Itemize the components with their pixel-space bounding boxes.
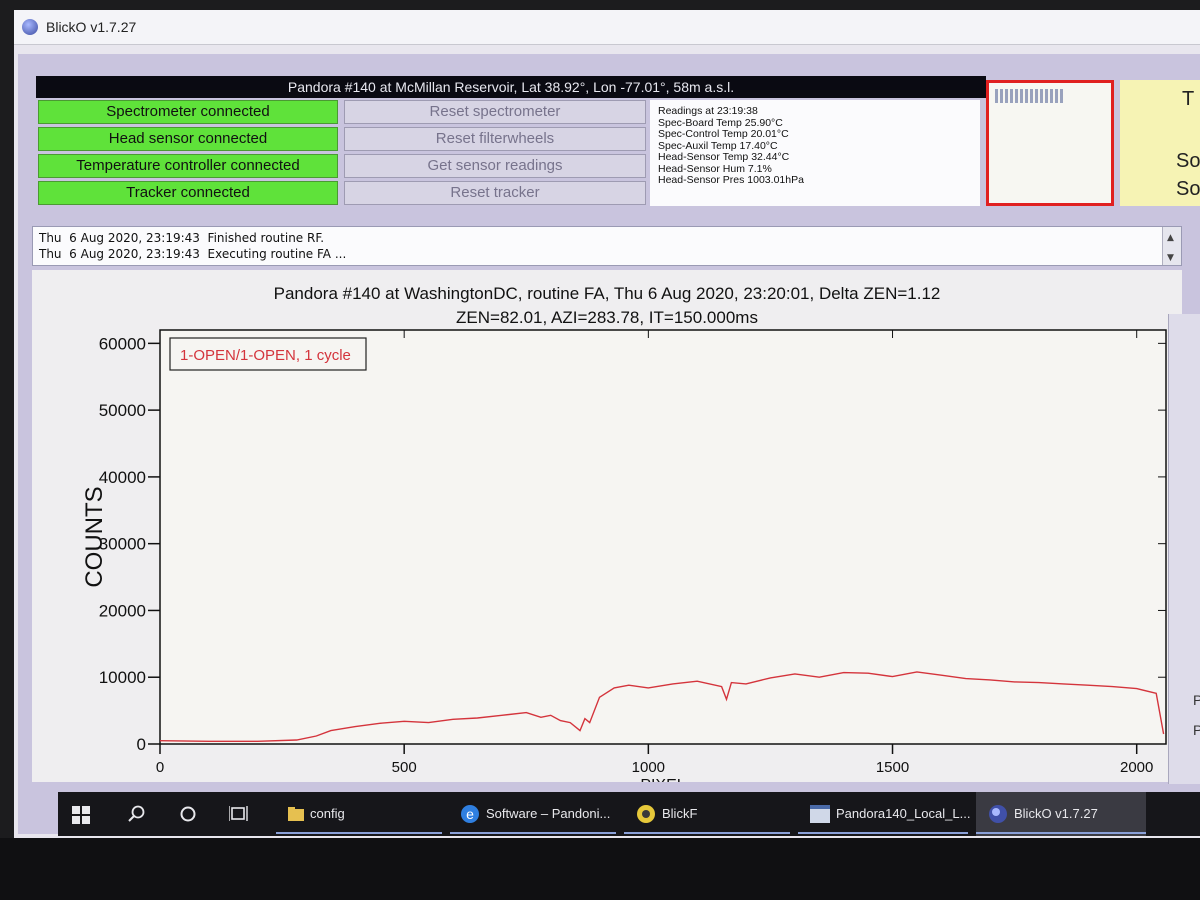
active-indicator: [276, 832, 442, 834]
windows-logo-icon: [72, 806, 90, 824]
taskbar-app-blicko[interactable]: BlickO v1.7.27: [976, 792, 1146, 836]
active-indicator: [450, 832, 616, 834]
search-button[interactable]: [118, 792, 158, 836]
taskbar-app-edge[interactable]: e Software – Pandoni...: [450, 792, 616, 836]
y-axis-label: COUNTS: [81, 486, 108, 587]
log-line: Thu 6 Aug 2020, 23:19:43 Executing routi…: [39, 247, 347, 261]
taskbar-app-blickf[interactable]: BlickF: [624, 792, 790, 836]
svg-text:e: e: [466, 806, 474, 822]
y-tick-label: 20000: [99, 601, 146, 620]
chevron-up-icon[interactable]: ▲: [1167, 230, 1174, 246]
x-tick-label: 2000: [1120, 759, 1153, 776]
circle-icon: [180, 806, 196, 822]
y-tick-label: 10000: [99, 668, 146, 687]
taskbar-app-config[interactable]: config: [276, 792, 442, 836]
mini-plot-thumbnail[interactable]: [986, 80, 1114, 206]
legend-entry: 1-OPEN/1-OPEN, 1 cycle: [180, 347, 351, 364]
screen: BlickO v1.7.27 Pandora #140 at McMillan …: [14, 10, 1200, 840]
taskbar-app-label: Software – Pandoni...: [486, 806, 611, 821]
app-window: Pandora #140 at McMillan Reservoir, Lat …: [18, 54, 1200, 834]
side-panel-strip: P P: [1168, 314, 1200, 784]
taskbar-app-label: BlickO v1.7.27: [1014, 806, 1098, 821]
title-bar: BlickO v1.7.27: [14, 10, 1200, 45]
chevron-down-icon[interactable]: ▼: [1167, 250, 1174, 266]
reset-filterwheels-button[interactable]: Reset filterwheels: [344, 127, 646, 151]
right-panel-label-t: T: [1182, 88, 1195, 110]
taskbar-app-label: BlickF: [662, 806, 698, 821]
status-tracker: Tracker connected: [38, 181, 338, 205]
window-icon: [810, 805, 830, 823]
taskbar-app-label: Pandora140_Local_L...: [836, 806, 971, 821]
search-icon: [128, 805, 145, 822]
x-axis-label: PIXEL: [640, 777, 685, 782]
blicko-icon: [989, 805, 1007, 823]
right-info-panel: T So So: [1120, 80, 1200, 206]
reset-spectrometer-button[interactable]: Reset spectrometer: [344, 100, 646, 124]
taskbar-app-pandora-local[interactable]: Pandora140_Local_L...: [798, 792, 971, 836]
status-temperature-controller: Temperature controller connected: [38, 154, 338, 178]
folder-icon: [288, 807, 304, 821]
y-tick-label: 60000: [99, 334, 146, 353]
log-line: Thu 6 Aug 2020, 23:19:43 Finished routin…: [39, 231, 325, 245]
header-panel: Pandora #140 at McMillan Reservoir, Lat …: [36, 76, 986, 206]
reset-tracker-button[interactable]: Reset tracker: [344, 181, 646, 205]
active-indicator: [624, 832, 790, 834]
reading-spec-control-temp: Spec-Control Temp 20.01°C: [658, 128, 789, 140]
sensor-readings: Readings at 23:19:38 Spec-Board Temp 25.…: [650, 100, 980, 206]
log-panel[interactable]: Thu 6 Aug 2020, 23:19:43 Finished routin…: [32, 226, 1182, 266]
reading-head-sensor-pres: Head-Sensor Pres 1003.01hPa: [658, 174, 804, 186]
readings-time: Readings at 23:19:38: [658, 105, 758, 117]
reading-head-sensor-temp: Head-Sensor Temp 32.44°C: [658, 151, 790, 163]
side-label: P: [1193, 692, 1200, 708]
active-indicator: [976, 832, 1146, 834]
y-tick-label: 0: [137, 735, 146, 754]
cortana-button[interactable]: [170, 792, 210, 836]
x-tick-label: 1000: [632, 759, 665, 776]
get-sensor-readings-button[interactable]: Get sensor readings: [344, 154, 646, 178]
station-info: Pandora #140 at McMillan Reservoir, Lat …: [36, 76, 986, 98]
mini-plot-text: [995, 89, 1065, 103]
start-button[interactable]: [58, 792, 108, 836]
right-panel-label-so-2: So: [1176, 178, 1200, 200]
task-view-icon: [229, 806, 248, 821]
edge-icon: e: [461, 805, 479, 823]
monitor-bezel: [0, 838, 1200, 900]
chart-svg: 01000020000300004000050000600000 500 1000 1…: [81, 329, 1167, 782]
side-label: P: [1193, 722, 1200, 738]
spectrum-chart: Pandora #140 at WashingtonDC, routine FA…: [32, 270, 1182, 782]
status-head-sensor: Head sensor connected: [38, 127, 338, 151]
y-tick-label: 40000: [99, 468, 146, 487]
taskbar: config e Software – Pandoni... BlickF Pa…: [58, 792, 1200, 836]
x-tick-label: 0: [156, 759, 164, 776]
status-spectrometer: Spectrometer connected: [38, 100, 338, 124]
app-icon: [22, 19, 38, 35]
right-panel-label-so-1: So: [1176, 150, 1200, 172]
task-view-button[interactable]: [220, 792, 260, 836]
log-scrollbar[interactable]: ▲ ▼: [1162, 227, 1181, 265]
taskbar-app-label: config: [310, 806, 345, 821]
x-tick-label: 1500: [876, 759, 909, 776]
x-tick-label: 500: [392, 759, 417, 776]
active-indicator: [798, 832, 968, 834]
blickf-icon: [637, 805, 655, 823]
window-title: BlickO v1.7.27: [46, 19, 137, 35]
y-tick-label: 50000: [99, 401, 146, 420]
